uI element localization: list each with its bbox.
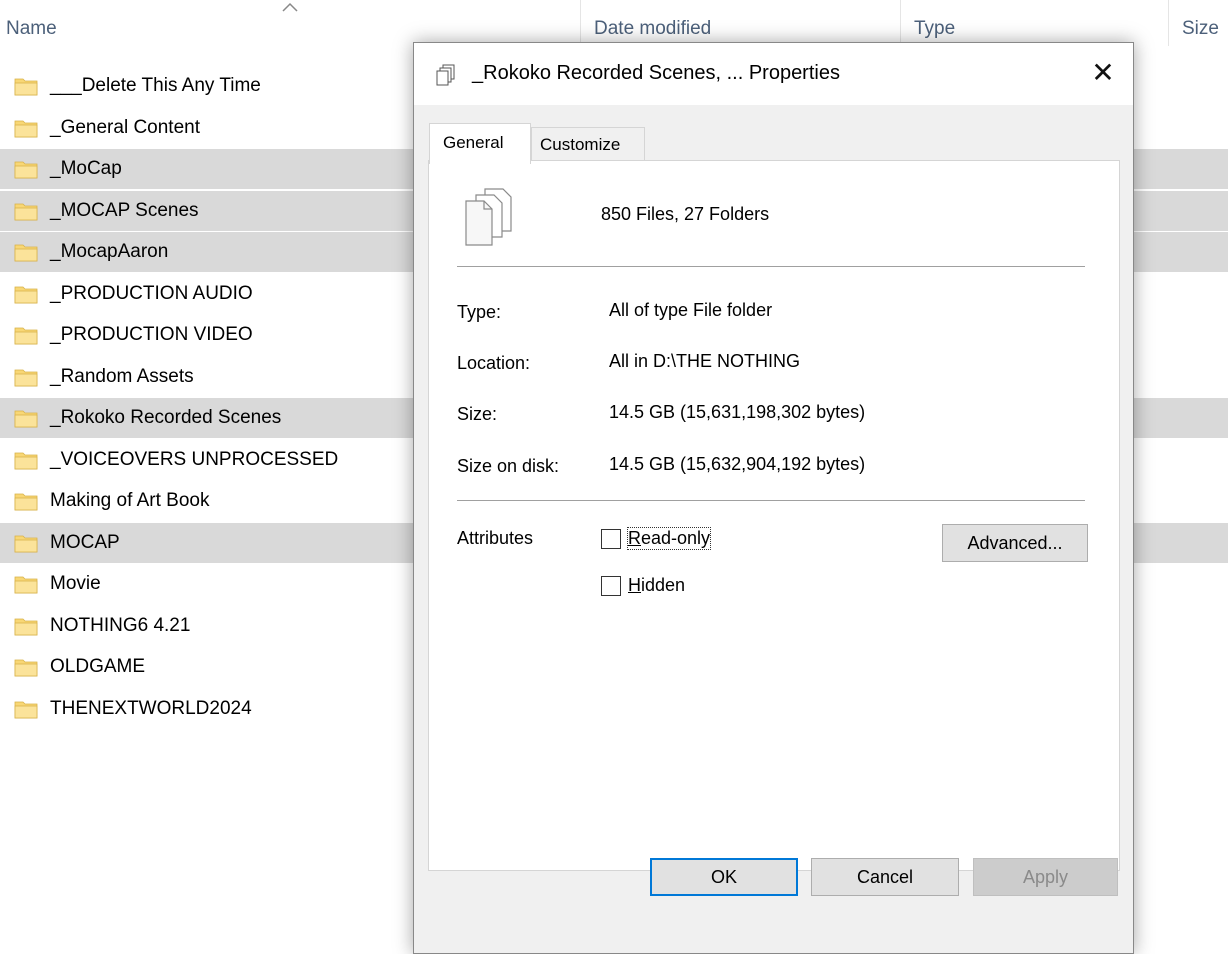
folder-name: OLDGAME [50, 656, 146, 677]
folder-icon [14, 618, 38, 636]
cancel-button[interactable]: Cancel [811, 858, 959, 896]
folder-icon [14, 410, 38, 428]
size-label: Size: [457, 404, 498, 424]
folder-icon [14, 120, 38, 138]
folder-name: _MOCAP Scenes [50, 200, 199, 221]
folder-name: NOTHING6 4.21 [50, 615, 191, 636]
folder-name: _VOICEOVERS UNPROCESSED [50, 449, 339, 470]
column-divider[interactable] [580, 0, 581, 46]
tab-general[interactable]: General [429, 123, 531, 164]
folder-name: ___Delete This Any Time [50, 75, 261, 96]
dialog-title: _Rokoko Recorded Scenes, ... Properties [472, 62, 840, 84]
divider [457, 266, 1085, 267]
folder-icon [14, 244, 38, 262]
read-only-checkbox[interactable] [601, 529, 621, 549]
dialog-titlebar[interactable]: _Rokoko Recorded Scenes, ... Properties … [414, 43, 1133, 105]
folder-name: _PRODUCTION AUDIO [50, 283, 253, 304]
folder-name: _Rokoko Recorded Scenes [50, 407, 282, 428]
selection-summary: 850 Files, 27 Folders [601, 204, 770, 224]
folder-icon [14, 327, 38, 345]
close-button[interactable]: ✕ [1081, 53, 1125, 93]
size-value: 14.5 GB (15,631,198,302 bytes) [609, 402, 866, 422]
multiple-files-icon [465, 188, 512, 246]
column-header-row: Name Date modified Type Size [0, 0, 1228, 48]
column-header-type[interactable]: Type [914, 18, 955, 40]
folder-icon [14, 452, 38, 470]
folder-icon [14, 203, 38, 221]
ok-button[interactable]: OK [650, 858, 798, 896]
folder-icon [14, 78, 38, 96]
type-label: Type: [457, 302, 502, 322]
column-header-size[interactable]: Size [1182, 18, 1219, 40]
folder-icon [14, 286, 38, 304]
read-only-label[interactable]: Read-only [626, 527, 712, 550]
folder-name: _MocapAaron [50, 241, 169, 262]
location-value: All in D:\THE NOTHING [609, 351, 801, 371]
advanced-button[interactable]: Advanced... [942, 524, 1088, 562]
folder-name: _PRODUCTION VIDEO [50, 324, 253, 345]
attributes-label: Attributes [457, 528, 534, 548]
sort-ascending-icon[interactable] [280, 0, 300, 14]
folder-name: THENEXTWORLD2024 [50, 698, 252, 719]
hidden-label[interactable]: Hidden [628, 575, 685, 596]
column-header-name[interactable]: Name [6, 18, 57, 40]
size-on-disk-value: 14.5 GB (15,632,904,192 bytes) [609, 454, 866, 474]
column-divider[interactable] [900, 0, 901, 46]
folder-name: _General Content [50, 117, 200, 138]
close-icon: ✕ [1091, 57, 1115, 88]
tab-customize-label: Customize [540, 135, 621, 154]
size-on-disk-label: Size on disk: [457, 456, 560, 476]
multiple-files-icon [436, 64, 455, 86]
location-label: Location: [457, 353, 531, 373]
folder-name: MOCAP [50, 532, 120, 553]
column-divider[interactable] [1168, 0, 1169, 46]
folder-name: Making of Art Book [50, 490, 210, 511]
folder-icon [14, 493, 38, 511]
general-tab-panel: 850 Files, 27 Folders Type: All of type … [428, 160, 1120, 871]
divider [457, 500, 1085, 501]
folder-name: _MoCap [50, 158, 122, 179]
properties-dialog: _Rokoko Recorded Scenes, ... Properties … [413, 42, 1134, 954]
type-value: All of type File folder [609, 300, 773, 320]
tab-customize[interactable]: Customize [531, 127, 645, 161]
folder-icon [14, 659, 38, 677]
hidden-checkbox[interactable] [601, 576, 621, 596]
folder-icon [14, 535, 38, 553]
folder-icon [14, 161, 38, 179]
folder-icon [14, 369, 38, 387]
folder-icon [14, 701, 38, 719]
folder-icon [14, 576, 38, 594]
folder-name: Movie [50, 573, 101, 594]
apply-button[interactable]: Apply [973, 858, 1118, 896]
folder-name: _Random Assets [50, 366, 194, 387]
tab-general-label: General [443, 133, 504, 152]
column-header-date-modified[interactable]: Date modified [594, 18, 711, 40]
